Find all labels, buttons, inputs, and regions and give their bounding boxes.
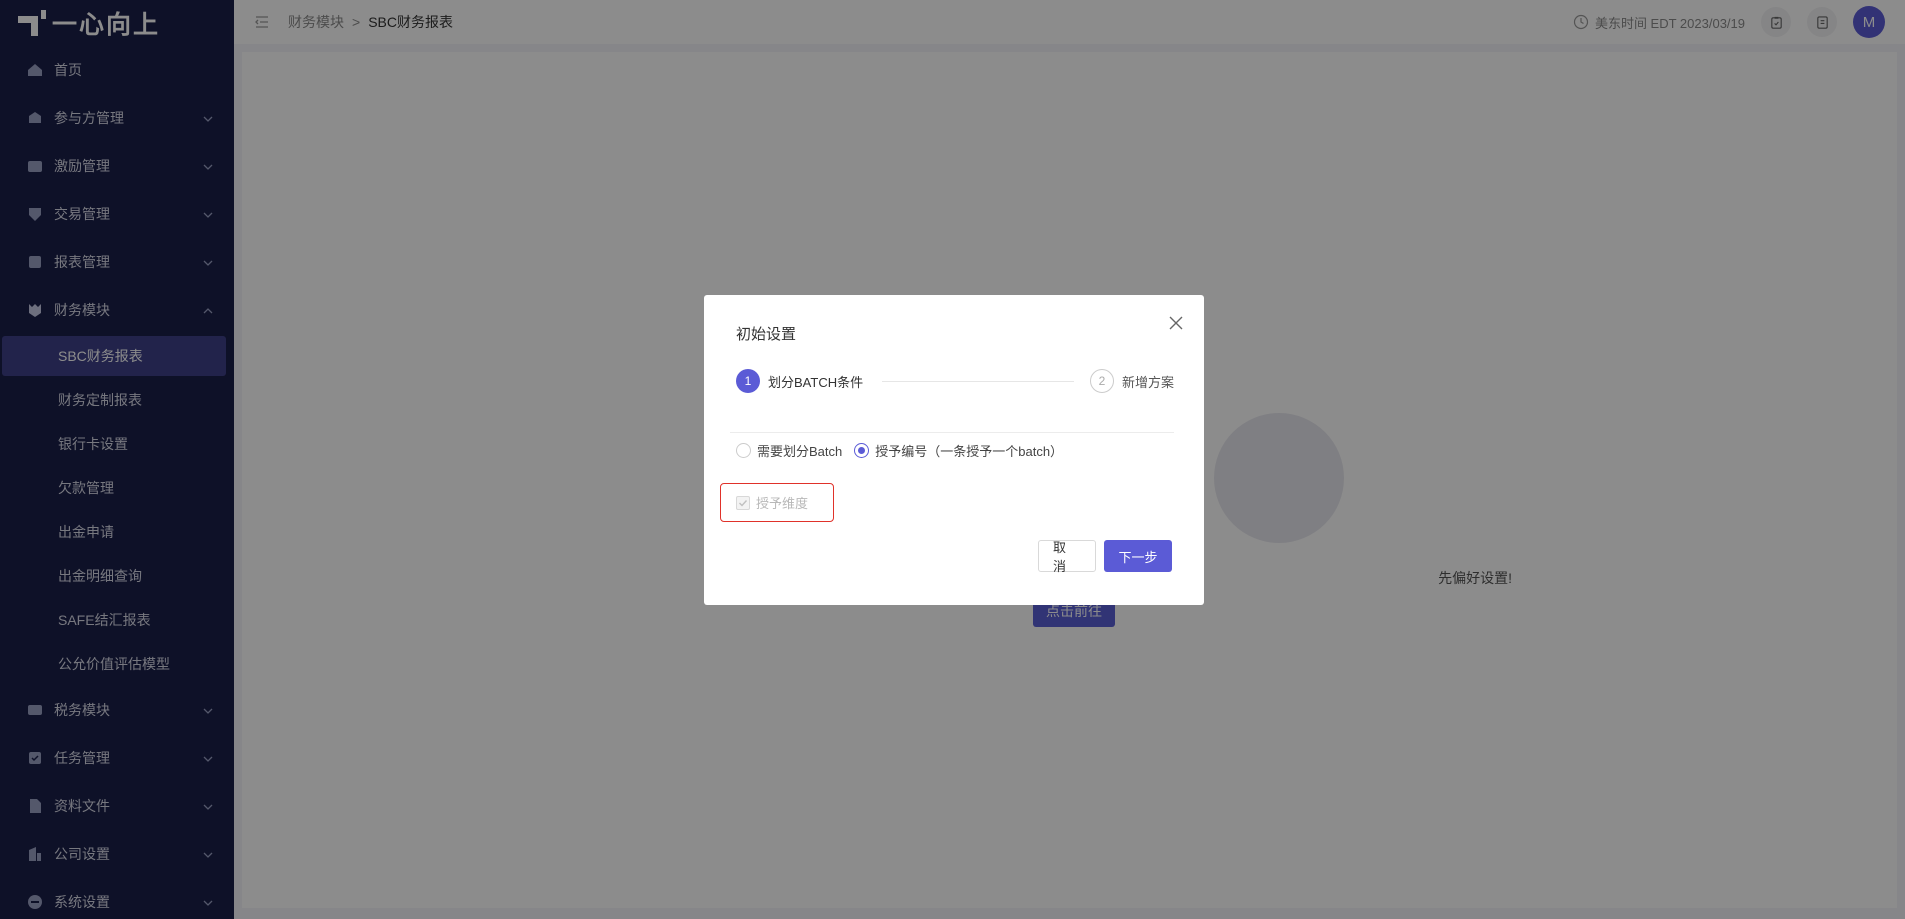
step-label: 划分BATCH条件 bbox=[768, 374, 864, 390]
radio-circle[interactable] bbox=[736, 442, 751, 458]
checkbox-label: 授予维度 bbox=[756, 496, 809, 511]
grant-dimension-checkbox-highlight: 授予维度 bbox=[720, 483, 834, 522]
radio-label: 授予编号（一条授予一个batch） bbox=[875, 443, 1064, 459]
step-2: 2 新增方案 bbox=[1089, 369, 1174, 393]
radio-label: 需要划分Batch bbox=[757, 443, 843, 459]
close-icon bbox=[1169, 316, 1183, 330]
divider bbox=[730, 432, 1174, 433]
grant-dimension-checkbox[interactable] bbox=[736, 495, 750, 510]
next-step-button[interactable]: 下一步 bbox=[1104, 540, 1172, 572]
radio-circle[interactable] bbox=[854, 442, 870, 458]
step-label: 新增方案 bbox=[1121, 374, 1174, 390]
step-number: 1 bbox=[736, 369, 760, 393]
batch-radio-group: 需要划分Batch 授予编号（一条授予一个batch） bbox=[736, 440, 1063, 460]
initial-settings-modal: 初始设置 1 划分BATCH条件 2 新增方案 需要划分Batch 授予编号（一… bbox=[704, 295, 1204, 605]
radio-need-batch[interactable]: 需要划分Batch bbox=[736, 441, 842, 460]
step-1: 1 划分BATCH条件 bbox=[736, 369, 874, 393]
close-button[interactable] bbox=[1166, 313, 1186, 333]
modal-footer: 取 消 下一步 bbox=[1038, 540, 1172, 574]
step-number: 2 bbox=[1089, 369, 1114, 393]
cancel-button[interactable]: 取 消 bbox=[1038, 540, 1096, 574]
steps: 1 划分BATCH条件 2 新增方案 bbox=[736, 369, 1174, 393]
radio-grant-number[interactable]: 授予编号（一条授予一个batch） bbox=[854, 441, 1063, 460]
step-connector bbox=[882, 381, 1074, 382]
check-icon bbox=[739, 499, 748, 507]
modal-title: 初始设置 bbox=[736, 326, 797, 343]
